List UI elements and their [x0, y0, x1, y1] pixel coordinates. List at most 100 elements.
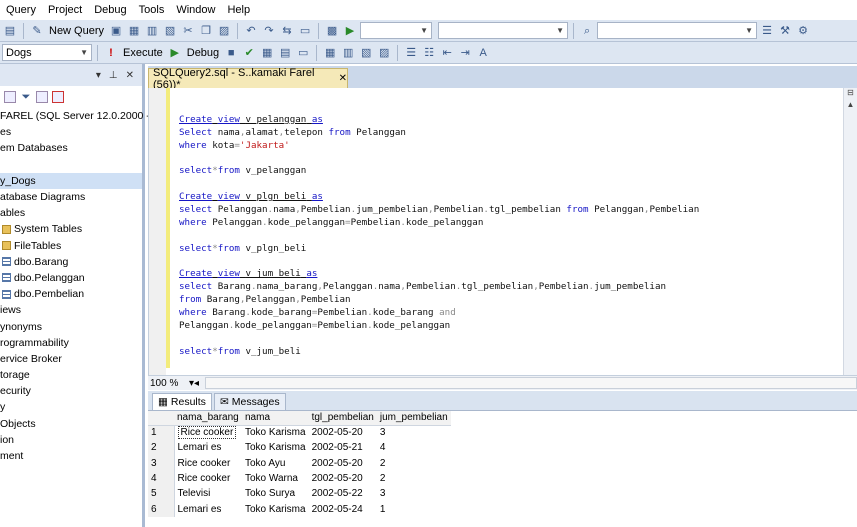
- start-icon[interactable]: ▶: [342, 23, 358, 39]
- table-cell[interactable]: Toko Warna: [242, 471, 309, 486]
- table-cell[interactable]: 2002-05-21: [309, 440, 377, 455]
- table-cell[interactable]: 2: [377, 471, 451, 486]
- menu-window[interactable]: Window: [170, 0, 221, 20]
- dmx-icon[interactable]: ▧: [162, 23, 178, 39]
- table-row[interactable]: 6 Lemari es Toko Karisma 2002-05-24 1: [148, 501, 451, 517]
- uncomment-icon[interactable]: ☷: [421, 45, 437, 61]
- vertical-scrollbar[interactable]: ⊟ ▲: [843, 88, 857, 375]
- parse-icon[interactable]: ✔: [241, 45, 257, 61]
- query-editor[interactable]: Create view v_pelanggan as Select nama,al…: [148, 88, 857, 375]
- row-number[interactable]: 2: [148, 440, 175, 456]
- table-cell[interactable]: 3: [377, 486, 451, 501]
- table-cell[interactable]: 1: [377, 501, 451, 516]
- cut-icon[interactable]: ✂: [180, 23, 196, 39]
- table-cell[interactable]: 2002-05-24: [309, 501, 377, 516]
- open-icon[interactable]: ▤: [2, 23, 18, 39]
- results-to-text-icon[interactable]: ▭: [295, 45, 311, 61]
- tree-item[interactable]: es: [0, 124, 142, 140]
- window-icon[interactable]: ▭: [297, 23, 313, 39]
- tree-item[interactable]: ment: [0, 448, 142, 464]
- table-cell[interactable]: 2002-05-20: [309, 456, 377, 471]
- table-row[interactable]: 1 Rice cooker Toko Karisma 2002-05-20 3: [148, 425, 451, 441]
- tree-item[interactable]: System Tables: [0, 221, 142, 237]
- stop-icon[interactable]: [4, 91, 16, 103]
- table-cell[interactable]: Televisi: [174, 486, 242, 501]
- solution-config-select[interactable]: ▼: [360, 22, 433, 39]
- client-stats-icon[interactable]: ▨: [376, 45, 392, 61]
- estimated-plan-icon[interactable]: ▦: [259, 45, 275, 61]
- find-combo[interactable]: ▼: [438, 22, 569, 39]
- specify-values-icon[interactable]: A: [475, 45, 491, 61]
- menu-query[interactable]: Query: [0, 0, 42, 20]
- tree-item[interactable]: dbo.Pelanggan: [0, 270, 142, 286]
- tree-item[interactable]: ion: [0, 432, 142, 448]
- tree-item[interactable]: iews: [0, 302, 142, 318]
- activity-monitor-icon[interactable]: ▩: [324, 23, 340, 39]
- tree-item[interactable]: ynonyms: [0, 318, 142, 334]
- code-area[interactable]: Create view v_pelanggan as Select nama,al…: [179, 88, 699, 359]
- horizontal-scrollbar[interactable]: [205, 377, 857, 389]
- tree-item[interactable]: ables: [0, 205, 142, 221]
- table-cell[interactable]: Rice cooker: [174, 425, 242, 440]
- table-cell[interactable]: Toko Surya: [242, 486, 309, 501]
- table-cell[interactable]: Rice cooker: [174, 471, 242, 486]
- new-query-button[interactable]: New Query: [47, 25, 106, 37]
- results-to-file-icon[interactable]: ▥: [340, 45, 356, 61]
- platform-select[interactable]: ▼: [597, 22, 758, 39]
- properties-icon[interactable]: ☰: [759, 23, 775, 39]
- new-query-icon[interactable]: ✎: [29, 23, 45, 39]
- table-row[interactable]: 2 Lemari es Toko Karisma 2002-05-21 4: [148, 440, 451, 456]
- menu-debug[interactable]: Debug: [88, 0, 132, 20]
- tree-item[interactable]: torage: [0, 367, 142, 383]
- tree-item[interactable]: dbo.Barang: [0, 254, 142, 270]
- tab-results[interactable]: ▦ Results: [152, 393, 212, 410]
- include-plan-icon[interactable]: ▧: [358, 45, 374, 61]
- column-header[interactable]: nama: [242, 411, 309, 426]
- tree-item[interactable]: dbo.Pembelian: [0, 286, 142, 302]
- tree-item[interactable]: ecurity: [0, 383, 142, 399]
- tab-sqlquery2[interactable]: SQLQuery2.sql - S..kamaki Farel (56))* ✕: [148, 67, 348, 91]
- menu-tools[interactable]: Tools: [133, 0, 171, 20]
- row-number[interactable]: 3: [148, 455, 175, 471]
- row-number[interactable]: 5: [148, 486, 175, 502]
- table-cell[interactable]: 2002-05-22: [309, 486, 377, 501]
- results-to-grid-icon[interactable]: ▦: [322, 45, 338, 61]
- table-cell[interactable]: 2002-05-20: [309, 425, 377, 440]
- comment-icon[interactable]: ☰: [403, 45, 419, 61]
- table-row[interactable]: 5 Televisi Toko Surya 2002-05-22 3: [148, 486, 451, 502]
- column-header[interactable]: nama_barang: [174, 411, 242, 426]
- chevron-down-icon[interactable]: ▾: [96, 70, 101, 81]
- table-cell[interactable]: Lemari es: [174, 501, 242, 516]
- scroll-up-icon[interactable]: ▲: [844, 100, 857, 112]
- row-number[interactable]: 6: [148, 501, 175, 517]
- table-cell[interactable]: 4: [377, 440, 451, 455]
- results-grid[interactable]: nama_barang nama tgl_pembelian jum_pembe…: [148, 410, 857, 527]
- table-cell[interactable]: Toko Ayu: [242, 456, 309, 471]
- activity-icon[interactable]: [52, 91, 64, 103]
- paste-icon[interactable]: ▨: [216, 23, 232, 39]
- query-designer-icon[interactable]: ▤: [277, 45, 293, 61]
- find-icon[interactable]: ⌕: [579, 23, 595, 39]
- table-cell[interactable]: Toko Karisma: [242, 425, 309, 440]
- table-cell[interactable]: Toko Karisma: [242, 501, 309, 516]
- xmla-icon[interactable]: ▥: [144, 23, 160, 39]
- outdent-icon[interactable]: ⇤: [439, 45, 455, 61]
- refresh-icon[interactable]: [36, 91, 48, 103]
- column-header[interactable]: tgl_pembelian: [308, 411, 377, 426]
- toolbox-icon[interactable]: ⚒: [777, 23, 793, 39]
- tree-item[interactable]: FAREL (SQL Server 12.0.2000 -: [0, 108, 150, 124]
- tree-item[interactable]: em Databases: [0, 140, 142, 156]
- tree-item[interactable]: y: [0, 399, 142, 415]
- table-row[interactable]: 3 Rice cooker Toko Ayu 2002-05-20 2: [148, 455, 451, 471]
- close-icon[interactable]: ✕: [339, 73, 347, 84]
- execute-button[interactable]: Execute: [121, 47, 165, 59]
- execute-icon[interactable]: !: [103, 45, 119, 61]
- copy-icon[interactable]: ❐: [198, 23, 214, 39]
- debug-button[interactable]: Debug: [185, 47, 221, 59]
- split-icon[interactable]: ⊟: [844, 88, 857, 100]
- row-number[interactable]: 1: [148, 425, 175, 441]
- tree-item[interactable]: y_Dogs: [0, 172, 142, 189]
- tree-item[interactable]: [0, 157, 142, 173]
- pin-icon[interactable]: ⊥: [109, 70, 118, 81]
- table-cell[interactable]: 3: [377, 425, 451, 440]
